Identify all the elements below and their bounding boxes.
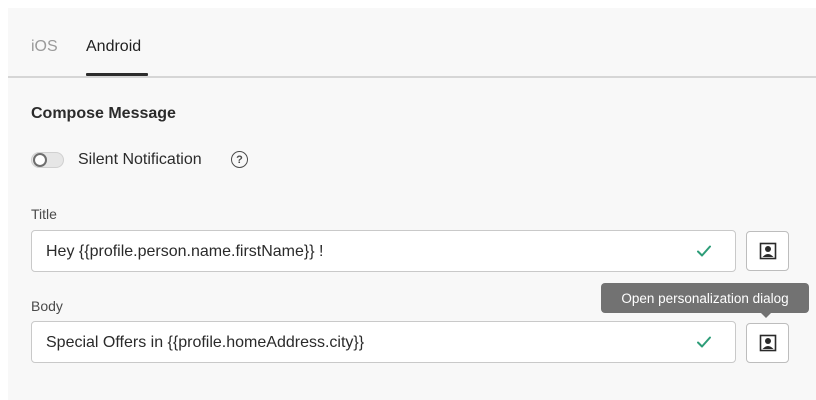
tab-android[interactable]: Android xyxy=(86,38,141,56)
toggle-knob xyxy=(33,153,47,167)
personalization-tooltip: Open personalization dialog xyxy=(601,283,809,313)
tab-ios[interactable]: iOS xyxy=(31,38,58,56)
silent-notification-toggle[interactable] xyxy=(31,152,64,168)
body-field[interactable]: Special Offers in {{profile.homeAddress.… xyxy=(31,321,736,363)
body-label: Body xyxy=(31,298,63,314)
body-personalization-button[interactable] xyxy=(746,323,789,363)
help-icon[interactable]: ? xyxy=(231,151,248,168)
compose-panel: iOS Android Compose Message Silent Notif… xyxy=(8,8,816,400)
title-value: Hey {{profile.person.name.firstName}} ! xyxy=(46,243,324,260)
tooltip-arrow xyxy=(761,313,771,318)
personalization-icon xyxy=(759,242,776,260)
tabs-divider xyxy=(8,76,816,78)
title-field[interactable]: Hey {{profile.person.name.firstName}} ! xyxy=(31,230,736,272)
check-icon xyxy=(697,245,711,257)
personalization-icon xyxy=(759,334,776,352)
title-personalization-button[interactable] xyxy=(746,231,789,271)
platform-tabs: iOS Android xyxy=(8,8,816,78)
title-label: Title xyxy=(31,206,57,222)
silent-notification-label: Silent Notification xyxy=(78,151,202,168)
section-title: Compose Message xyxy=(31,105,176,122)
check-icon xyxy=(697,336,711,348)
body-value: Special Offers in {{profile.homeAddress.… xyxy=(46,334,365,351)
